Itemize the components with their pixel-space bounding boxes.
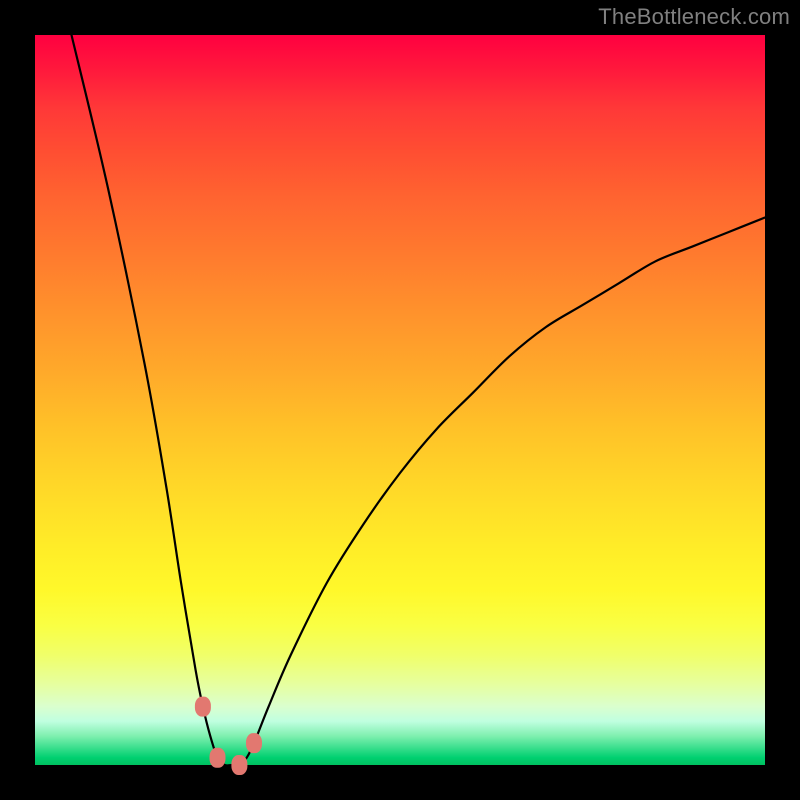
- chart-frame: TheBottleneck.com: [0, 0, 800, 800]
- curve-svg: [35, 35, 765, 765]
- bottleneck-curve: [72, 35, 766, 766]
- optimal-marker: [231, 755, 247, 775]
- watermark-label: TheBottleneck.com: [598, 4, 790, 30]
- optimal-marker: [195, 697, 211, 717]
- optimal-marker: [210, 748, 226, 768]
- optimal-zone-markers: [195, 697, 262, 775]
- plot-area: [35, 35, 765, 765]
- optimal-marker: [246, 733, 262, 753]
